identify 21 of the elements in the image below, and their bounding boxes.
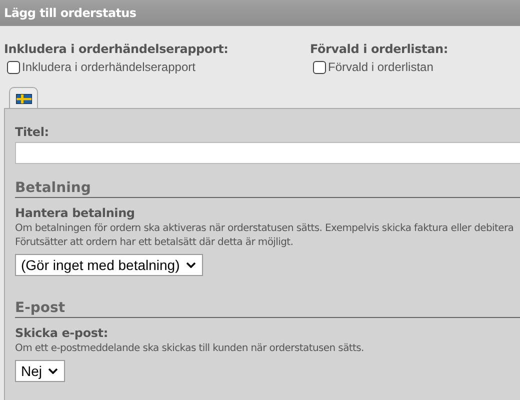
section-heading: Betalning [15,180,520,198]
checkbox-label: Inkludera i orderhändelserapport [22,60,196,74]
option-label: Förvald i orderlistan: [310,42,448,56]
field-label: Hantera betalning [15,206,135,220]
section-heading: E-post [15,300,520,318]
checkbox[interactable] [313,60,326,74]
option-label: Inkludera i orderhändelserapport: [4,42,230,56]
flag-icon [16,94,32,104]
checkbox[interactable] [7,60,20,74]
field-label: Skicka e-post: [15,326,108,340]
field-label: Titel: [15,125,49,139]
select-dropdown[interactable]: (Gör inget med betalning) [15,254,203,276]
chevron-down-icon [186,262,196,268]
select-dropdown[interactable]: Nej [15,360,66,382]
input-field[interactable] [15,142,520,164]
field-description: Om betalningen för ordern ska aktiveras när orderstatusen sätts. Exempelvis skicka faktura eller debitera Förutsätter att ordern har ett betalsätt där detta är möjligt. [15,222,515,250]
chevron-down-icon [48,368,58,374]
language-tab[interactable] [9,87,38,108]
page-title: Lägg till orderstatus [4,6,136,20]
field-description: Om ett e-postmeddelande ska skickas till kunden när orderstatusen sätts. [15,342,365,356]
checkbox-label: Förvald i orderlistan [328,60,434,74]
